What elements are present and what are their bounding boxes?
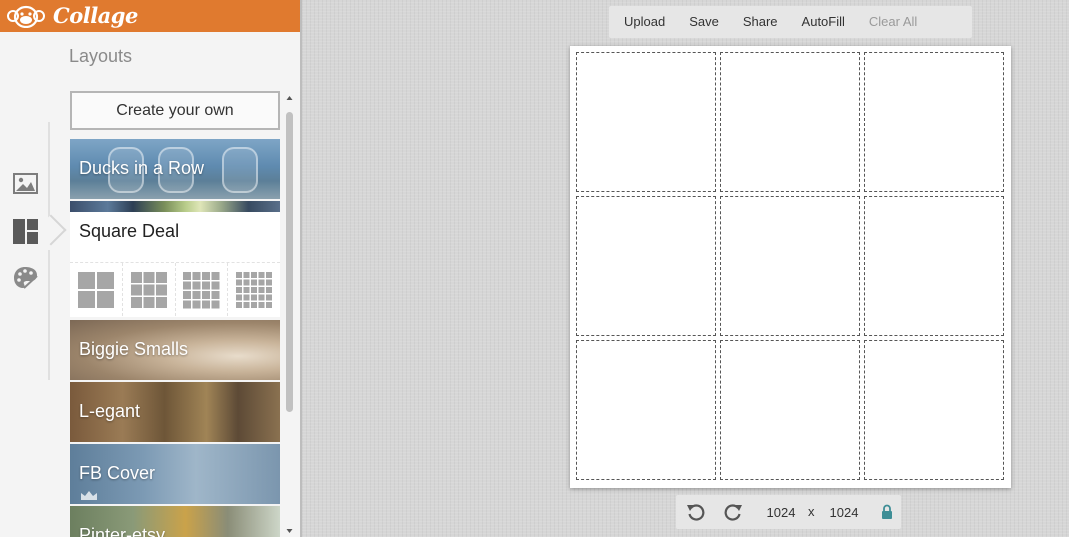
layout-card-square-deal[interactable]: Square Deal [70, 201, 280, 317]
save-button[interactable]: Save [677, 6, 731, 38]
canvas-height-input[interactable] [824, 502, 864, 522]
grid-3x3-icon [130, 271, 167, 308]
lock-icon[interactable] [881, 504, 893, 519]
layouts-icon[interactable] [12, 218, 39, 245]
monkey-logo-icon [7, 5, 45, 28]
collage-canvas [570, 46, 1011, 488]
layout-card-ducks-in-a-row[interactable]: Ducks in a Row [70, 139, 280, 199]
layout-card-fb-cover[interactable]: FB Cover [70, 444, 280, 504]
rail-active-indicator [35, 214, 67, 246]
layout-card-pinter-etsy[interactable]: Pinter-etsy [70, 506, 280, 537]
collage-cell[interactable] [864, 340, 1004, 480]
layout-list: Ducks in a Row Square Deal Biggie Smalls… [70, 139, 280, 537]
rail-divider-bottom [48, 250, 50, 380]
grid-4x4-icon [183, 271, 220, 308]
collage-cell[interactable] [720, 196, 860, 336]
canvas-size-bar: x [676, 495, 901, 529]
rotate-left-icon[interactable] [685, 501, 707, 523]
autofill-button[interactable]: AutoFill [790, 6, 857, 38]
layout-list-scrollbar[interactable] [285, 92, 294, 537]
collage-cell[interactable] [720, 340, 860, 480]
palette-icon[interactable] [12, 264, 39, 291]
grid-5x5-icon [236, 271, 273, 308]
layout-card-label: FB Cover [79, 463, 156, 483]
layout-card-label: L-egant [79, 401, 141, 421]
layout-card-label: Ducks in a Row [79, 158, 205, 178]
create-your-own-button[interactable]: Create your own [70, 91, 280, 130]
brand-name: Collage [53, 3, 138, 28]
grid-2x2-icon [77, 271, 114, 308]
grid-option-5x5[interactable] [228, 263, 280, 316]
duck-oval-decoration [222, 147, 258, 193]
layout-card-biggie-smalls[interactable]: Biggie Smalls [70, 320, 280, 380]
collage-cell[interactable] [576, 196, 716, 336]
layout-card-l-egant[interactable]: L-egant [70, 382, 280, 442]
crown-icon [81, 491, 97, 500]
layout-card-label: Square Deal [79, 221, 180, 241]
collage-cell[interactable] [864, 52, 1004, 192]
layout-card-label: Biggie Smalls [79, 339, 189, 359]
dimension-separator: x [808, 504, 815, 519]
collage-cell[interactable] [864, 196, 1004, 336]
rotate-right-icon[interactable] [722, 501, 744, 523]
layout-card-label: Pinter-etsy [79, 525, 166, 537]
collage-cell[interactable] [576, 340, 716, 480]
grid-size-options [70, 262, 280, 316]
scroll-up-arrow-icon[interactable] [285, 92, 294, 104]
brand-bar: Collage [0, 0, 300, 32]
share-button[interactable]: Share [731, 6, 790, 38]
grid-option-3x3[interactable] [123, 263, 176, 316]
workspace: Upload Save Share AutoFill Clear All x [302, 0, 1069, 537]
grid-option-2x2[interactable] [70, 263, 123, 316]
collage-cell[interactable] [576, 52, 716, 192]
grid-option-4x4[interactable] [176, 263, 229, 316]
collage-cell[interactable] [720, 52, 860, 192]
panel-title: Layouts [69, 46, 133, 66]
scroll-down-arrow-icon[interactable] [285, 525, 294, 537]
layout-thumbnail-strip [70, 201, 280, 212]
upload-button[interactable]: Upload [609, 6, 677, 38]
image-icon[interactable] [12, 170, 39, 197]
top-toolbar: Upload Save Share AutoFill Clear All [609, 6, 972, 38]
canvas-width-input[interactable] [761, 502, 801, 522]
icon-rail [0, 32, 67, 537]
clear-all-button[interactable]: Clear All [857, 6, 929, 38]
scrollbar-thumb[interactable] [286, 112, 293, 412]
sidebar: Collage Layouts Create your own Ducks in… [0, 0, 300, 537]
